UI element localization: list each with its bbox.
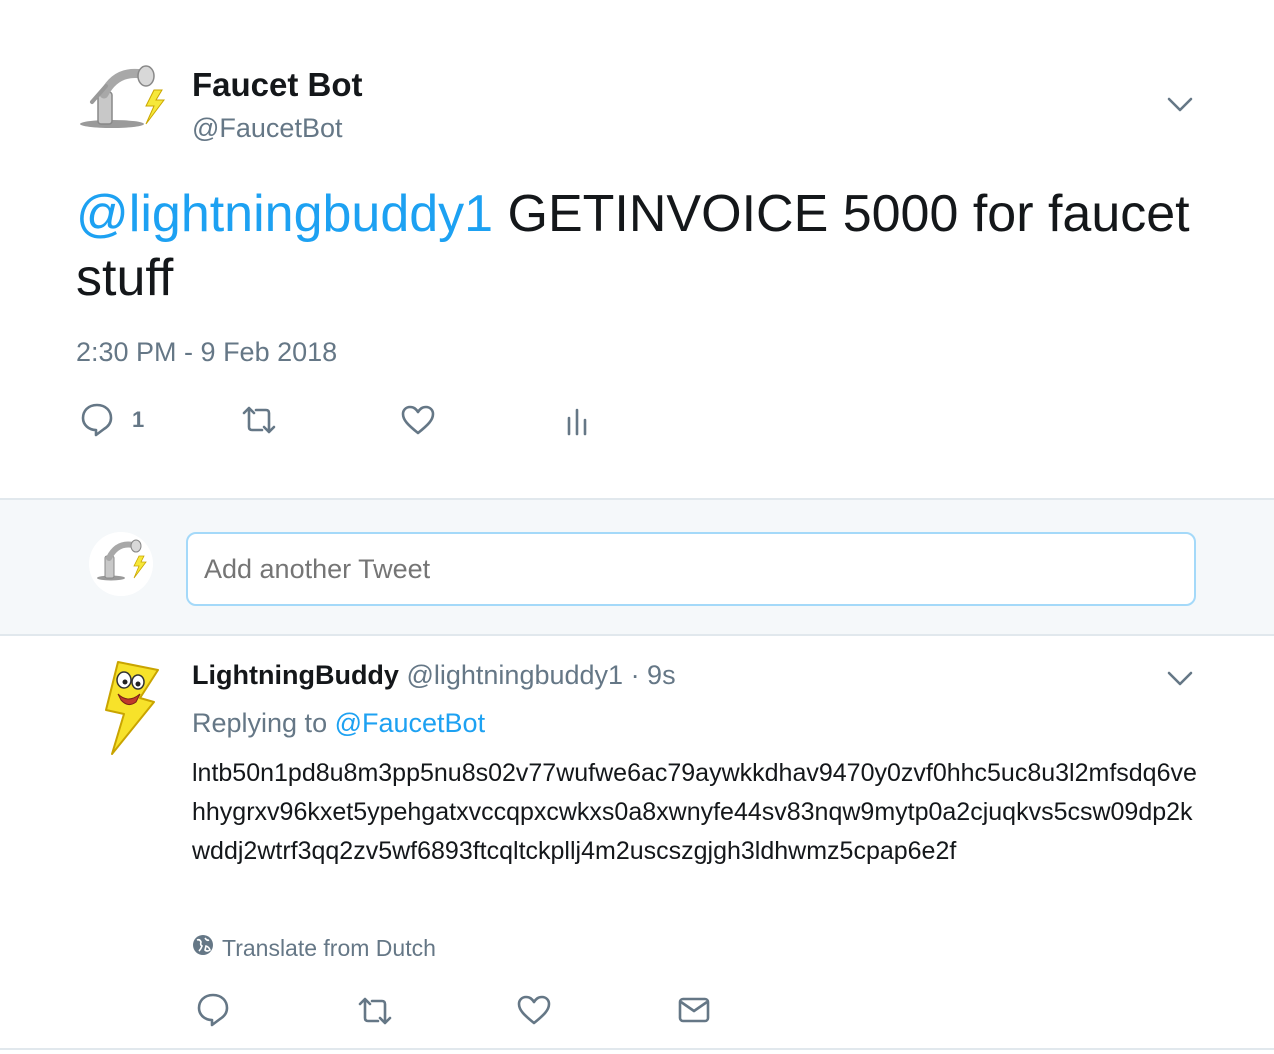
reply-user-handle[interactable]: @lightningbuddy1 — [406, 660, 623, 690]
reply-display-name[interactable]: LightningBuddy — [192, 660, 399, 690]
chevron-down-icon[interactable] — [1164, 666, 1196, 690]
like-icon — [400, 404, 436, 436]
reply-button[interactable] — [196, 992, 230, 1028]
reply-header: LightningBuddy @lightningbuddy1 · 9s — [192, 660, 676, 691]
like-button[interactable] — [400, 404, 436, 436]
user-avatar[interactable] — [89, 532, 153, 596]
mention-link[interactable]: @lightningbuddy1 — [76, 185, 493, 243]
analytics-button[interactable] — [566, 406, 590, 436]
chevron-down-icon[interactable] — [1164, 92, 1196, 116]
like-button[interactable] — [516, 994, 552, 1026]
message-icon — [678, 996, 710, 1024]
add-tweet-input[interactable] — [186, 532, 1196, 606]
retweet-icon — [240, 405, 278, 435]
reply-button[interactable]: 1 — [80, 402, 144, 438]
reply-text: lntb50n1pd8u8m3pp5nu8s02v77wufwe6ac79ayw… — [192, 759, 1197, 865]
reply-icon — [80, 402, 114, 438]
translate-link[interactable]: Translate from Dutch — [192, 934, 436, 962]
lightningbuddy-avatar[interactable] — [88, 658, 164, 758]
replying-prefix: Replying to — [192, 708, 335, 738]
main-tweet: Faucet Bot @FaucetBot @lightningbuddy1 G… — [0, 0, 1274, 498]
globe-icon — [192, 934, 222, 962]
reply-tweet: LightningBuddy @lightningbuddy1 · 9s Rep… — [0, 636, 1274, 1050]
translate-label: Translate from Dutch — [222, 934, 436, 961]
replying-to-link[interactable]: @FaucetBot — [335, 708, 485, 738]
retweet-button[interactable] — [240, 405, 278, 435]
direct-message-button[interactable] — [678, 996, 710, 1024]
display-name[interactable]: Faucet Bot — [192, 66, 363, 104]
replying-to: Replying to @FaucetBot — [192, 708, 485, 739]
faucet-avatar[interactable] — [76, 62, 172, 142]
reply-icon — [196, 992, 230, 1028]
like-icon — [516, 994, 552, 1026]
retweet-button[interactable] — [356, 996, 394, 1026]
retweet-icon — [356, 996, 394, 1026]
analytics-icon — [566, 406, 590, 436]
reply-count: 1 — [132, 407, 145, 432]
tweet-text: @lightningbuddy1 GETINVOICE 5000 for fau… — [76, 182, 1206, 310]
tweet-timestamp[interactable]: 2:30 PM - 9 Feb 2018 — [76, 337, 337, 368]
compose-area — [0, 498, 1274, 636]
user-handle[interactable]: @FaucetBot — [192, 113, 342, 144]
reply-timestamp[interactable]: · 9s — [631, 660, 676, 690]
